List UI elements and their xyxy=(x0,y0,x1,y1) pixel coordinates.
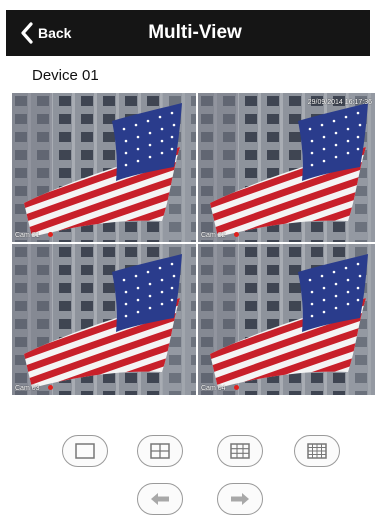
next-page-button[interactable] xyxy=(217,483,263,515)
nine-view-icon xyxy=(230,443,250,459)
single-view-icon xyxy=(75,443,95,459)
camera-feed-image xyxy=(198,244,375,395)
nine-view-button[interactable] xyxy=(217,435,263,467)
sixteen-view-icon xyxy=(307,443,327,459)
record-indicator xyxy=(48,232,53,237)
camera-label: Cam 03 xyxy=(15,385,40,392)
sixteen-view-button[interactable] xyxy=(294,435,340,467)
record-indicator xyxy=(234,232,239,237)
quad-view-button[interactable] xyxy=(137,435,183,467)
camera-feed-image xyxy=(12,244,196,395)
record-indicator xyxy=(48,385,53,390)
camera-grid: Cam 01 29/09/2014 16:17:36 Cam 02 Cam 03… xyxy=(12,93,375,395)
camera-view-3[interactable]: Cam 03 xyxy=(12,244,196,395)
page-title: Multi-View xyxy=(148,22,242,43)
camera-label: Cam 01 xyxy=(15,232,40,239)
camera-timestamp: 29/09/2014 16:17:36 xyxy=(307,99,372,106)
camera-feed-image xyxy=(198,93,375,242)
single-view-button[interactable] xyxy=(62,435,108,467)
camera-view-2[interactable]: 29/09/2014 16:17:36 Cam 02 xyxy=(198,93,375,242)
camera-label: Cam 04 xyxy=(201,385,226,392)
device-name: Device 01 xyxy=(32,67,99,84)
camera-view-4[interactable]: Cam 04 xyxy=(198,244,375,395)
camera-feed-image xyxy=(12,93,196,242)
arrow-right-icon xyxy=(231,493,249,505)
quad-view-icon xyxy=(150,443,170,459)
camera-label: Cam 02 xyxy=(201,232,226,239)
camera-view-1[interactable]: Cam 01 xyxy=(12,93,196,242)
navigation-bar: Back Multi-View xyxy=(6,10,370,56)
previous-page-button[interactable] xyxy=(137,483,183,515)
arrow-left-icon xyxy=(151,493,169,505)
record-indicator xyxy=(234,385,239,390)
